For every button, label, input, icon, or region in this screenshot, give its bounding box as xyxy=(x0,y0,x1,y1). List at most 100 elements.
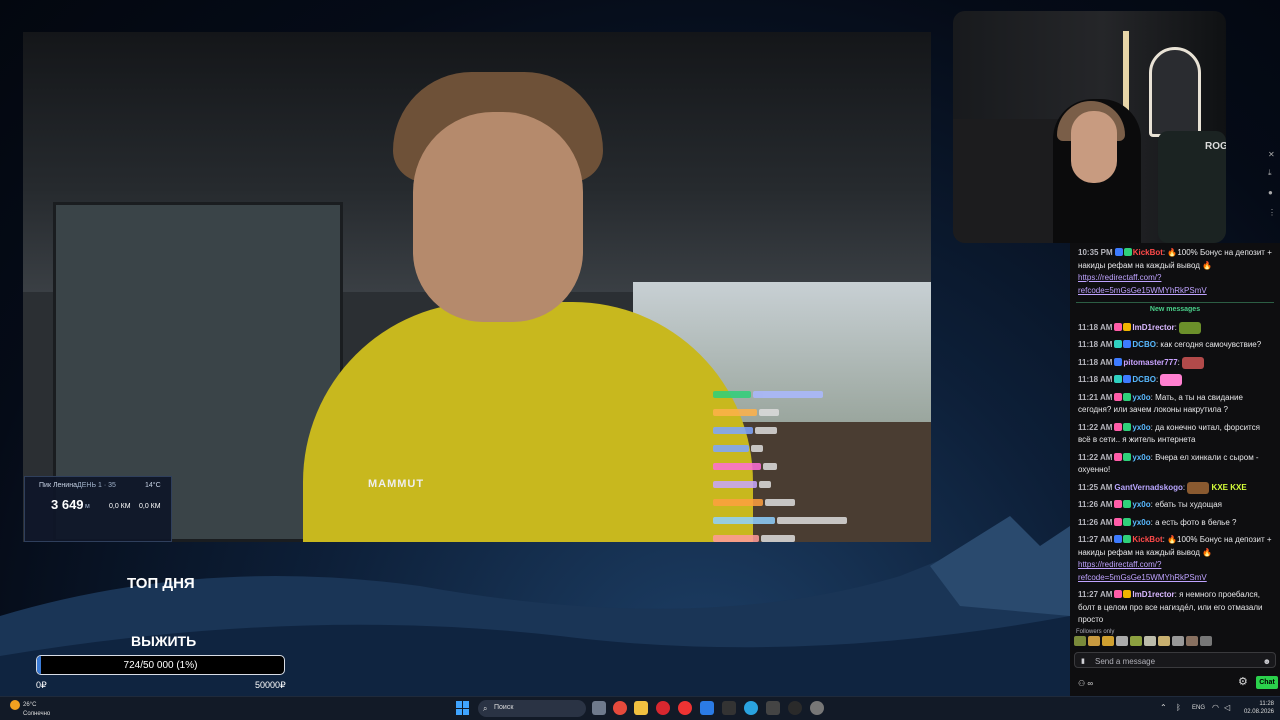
emote-icon[interactable] xyxy=(1144,636,1156,646)
chrome-icon[interactable] xyxy=(613,701,627,715)
cam-streamer-face xyxy=(1071,111,1117,183)
sub-badge-icon xyxy=(1114,452,1123,461)
emote-icon[interactable] xyxy=(1200,636,1212,646)
chat-message: 11:22 AM yx0o: Вчера ел хинкали с сыром -… xyxy=(1078,452,1259,475)
verified-icon xyxy=(1123,422,1132,431)
stats-hud: Пик Ленина ДЕНЬ 1 · 35 14°C 3 649 м 0,0 … xyxy=(24,476,172,542)
crown-icon xyxy=(1123,322,1132,331)
emote-icon[interactable] xyxy=(1172,636,1184,646)
emote-icon[interactable] xyxy=(1074,636,1086,646)
app-icon[interactable] xyxy=(766,701,780,715)
chat-username[interactable]: GantVernadskogo xyxy=(1114,483,1182,492)
chat-message: 11:26 AM yx0o: а есть фото в белье ? xyxy=(1078,517,1237,527)
emote-icon[interactable] xyxy=(1186,636,1198,646)
volume-icon[interactable]: ◁ xyxy=(1224,703,1230,712)
folder-icon[interactable] xyxy=(634,701,648,715)
chat-send-button[interactable]: Chat xyxy=(1256,676,1278,689)
windows-taskbar: 26°C Солнечно ⌕ Поиск ⌃ ᛒ ENG ◠ ◁ 11:28 02.… xyxy=(0,696,1280,720)
emote-icon[interactable] xyxy=(1116,636,1128,646)
verified-icon xyxy=(1123,500,1132,509)
goal-min: 0₽ xyxy=(36,680,47,690)
webcam-overlay: ROG xyxy=(953,11,1226,243)
channel-points[interactable]: ⚇ ∞ xyxy=(1078,678,1093,691)
clock[interactable]: 11:28 02.08.2026 xyxy=(1244,700,1274,716)
chat-username[interactable]: yx0o xyxy=(1132,500,1150,509)
start-button[interactable] xyxy=(456,701,470,715)
more-icon[interactable]: ⋮ xyxy=(1268,208,1276,217)
sub-badge-icon xyxy=(1114,392,1123,401)
video-chat-overlay xyxy=(713,387,913,542)
task-view-icon[interactable] xyxy=(592,701,606,715)
chat-link[interactable]: https://redirectaff.com/?refcode=5mGsGe1… xyxy=(1078,273,1207,295)
chat-message: 11:18 AM pitomaster777: xyxy=(1070,356,1280,375)
main-video[interactable]: MAMMUT xyxy=(23,32,931,542)
chat-username[interactable]: KickBot xyxy=(1132,535,1162,544)
emote-icon[interactable] xyxy=(1130,636,1142,646)
sub-badge-icon xyxy=(1114,590,1123,599)
app-icon[interactable] xyxy=(788,701,802,715)
opera-icon[interactable] xyxy=(656,701,670,715)
chat-username[interactable]: ImD1rector xyxy=(1132,323,1174,332)
yandex-icon[interactable] xyxy=(678,701,692,715)
badge-icon xyxy=(1123,375,1132,384)
chat-commands-icon[interactable]: ▮ xyxy=(1081,656,1085,669)
close-icon[interactable]: ✕ xyxy=(1268,150,1275,159)
badge-icon xyxy=(1114,375,1123,384)
sub-badge-icon xyxy=(1114,422,1123,431)
chat-message: 11:18 AM ImD1rector: xyxy=(1070,321,1280,340)
new-messages-divider: New messages xyxy=(1076,302,1274,317)
download-icon[interactable]: ⤓ xyxy=(1268,168,1272,178)
verified-icon xyxy=(1123,517,1132,526)
chat-username[interactable]: yx0o xyxy=(1132,518,1150,527)
emote-icon[interactable] xyxy=(1102,636,1114,646)
crown-icon xyxy=(1123,590,1132,599)
badge-icon xyxy=(1123,340,1132,349)
goal-max: 50000₽ xyxy=(255,680,286,690)
chat-username[interactable]: yx0o xyxy=(1132,423,1150,432)
chevron-up-icon[interactable]: ⌃ xyxy=(1160,703,1167,712)
emote-icon xyxy=(1160,374,1183,387)
chat-username[interactable]: pitomaster777 xyxy=(1123,358,1177,367)
search-icon: ⌕ xyxy=(483,704,488,713)
sub-badge-icon xyxy=(1114,517,1123,526)
wifi-icon[interactable]: ◠ xyxy=(1212,703,1219,712)
gear-icon[interactable]: ⚙ xyxy=(1238,676,1248,689)
emote-row xyxy=(1074,636,1274,648)
chat-username[interactable]: yx0o xyxy=(1132,393,1150,402)
hud-title: Пик Ленина xyxy=(39,482,77,489)
chat-message: 11:27 AM KickBot: 🔥100% Бонус на депозит … xyxy=(1078,535,1272,582)
weather-widget[interactable]: 26°C Солнечно xyxy=(10,700,50,718)
chat-username[interactable]: KickBot xyxy=(1133,248,1163,257)
sub-badge-icon xyxy=(1114,322,1123,331)
settings-icon[interactable] xyxy=(810,701,824,715)
cam-mirror-light xyxy=(1149,47,1201,137)
chat-message: 10:35 PM KickBot: 🔥100% Бонус на депозит … xyxy=(1078,248,1272,295)
obs-icon[interactable] xyxy=(722,701,736,715)
language-indicator[interactable]: ENG xyxy=(1192,705,1205,711)
chat-message: 11:22 AM yx0o: да конечно читал, форсится… xyxy=(1078,422,1260,445)
emote-icon[interactable] xyxy=(1158,636,1170,646)
emoji-icon[interactable]: ☻ xyxy=(1263,656,1271,669)
hud-day: ДЕНЬ 1 · 35 xyxy=(77,482,116,489)
chat-username[interactable]: yx0o xyxy=(1132,453,1150,462)
telegram-icon[interactable] xyxy=(744,701,758,715)
todo-icon[interactable] xyxy=(700,701,714,715)
taskbar-search[interactable]: ⌕ Поиск xyxy=(478,700,586,717)
verified-icon xyxy=(1123,392,1132,401)
bluetooth-icon[interactable]: ᛒ xyxy=(1176,703,1181,712)
sun-icon xyxy=(10,700,20,710)
emote-icon xyxy=(1179,321,1202,334)
hud-temp: 14°C xyxy=(145,482,161,489)
badge-icon xyxy=(1114,248,1123,256)
verified-icon xyxy=(1123,248,1132,256)
chat-message: 11:18 AM DCBO: как сегодня самочувствие? xyxy=(1078,340,1262,350)
chat-message: 11:21 AM yx0o: Мать, а ты на свидание сег… xyxy=(1078,392,1243,415)
chat-link[interactable]: https://redirectaff.com/?refcode=5mGsGe1… xyxy=(1078,560,1207,582)
emote-icon[interactable] xyxy=(1088,636,1100,646)
chat-username[interactable]: DCBO xyxy=(1132,375,1156,384)
hud-altitude: 3 649 xyxy=(51,497,84,512)
chat-input[interactable]: ▮ Send a message ☻ xyxy=(1074,652,1276,668)
chat-username[interactable]: DCBO xyxy=(1132,340,1156,349)
user-icon[interactable]: ● xyxy=(1268,188,1273,197)
chat-username[interactable]: ImD1rector xyxy=(1132,590,1174,599)
